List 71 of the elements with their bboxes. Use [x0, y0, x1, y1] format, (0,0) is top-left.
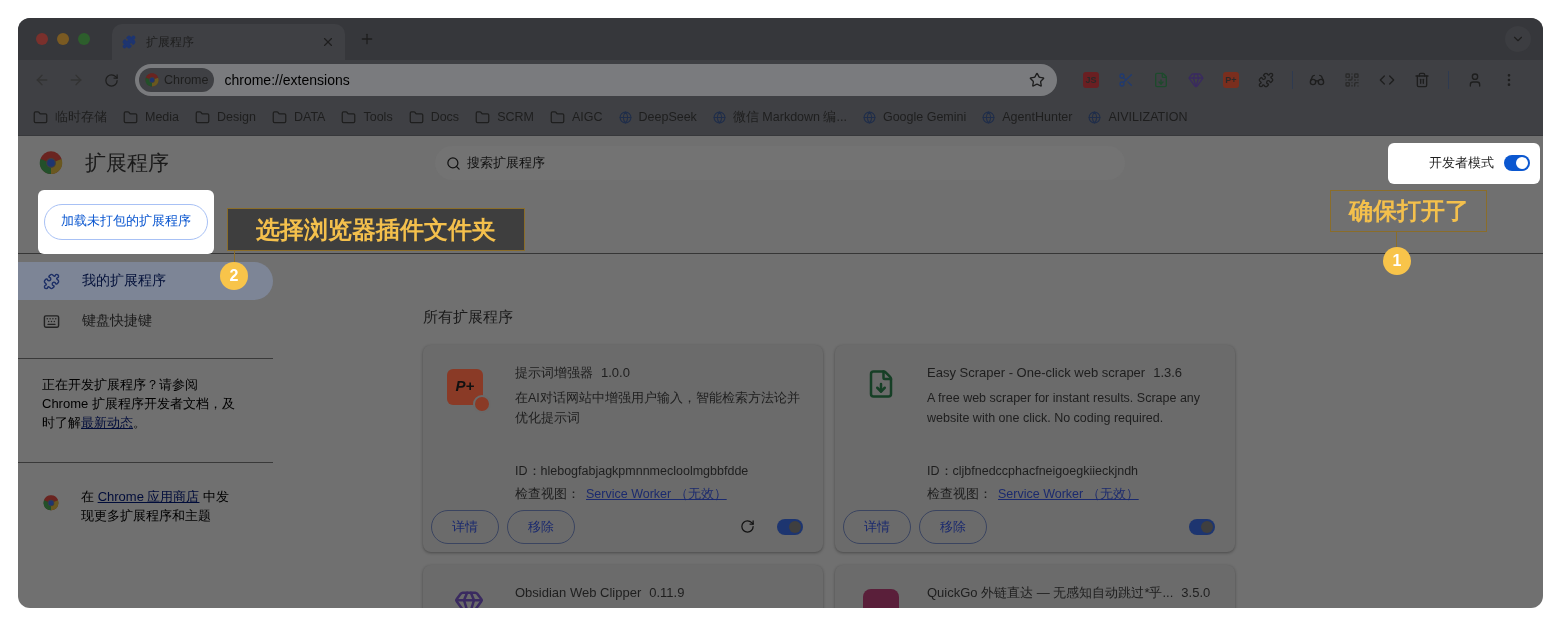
extension-version: 0.11.9	[649, 583, 685, 602]
inspect-label: 检查视图：	[515, 485, 580, 503]
toggle-switch[interactable]	[777, 518, 803, 535]
developer-note: 正在开发扩展程序？请参阅Chrome 扩展程序开发者文档，及时了解最新动态。	[42, 376, 236, 432]
extension-icon[interactable]: JS	[1083, 72, 1099, 88]
reload-icon[interactable]	[104, 72, 119, 88]
chrome-logo-icon	[145, 73, 159, 87]
puzzle-icon	[43, 272, 60, 290]
avatar-icon[interactable]	[1467, 72, 1483, 88]
extension-description: A free web scraper for instant results. Scrape any website with one click. No coding required.	[927, 390, 1202, 427]
extension-version: 1.0.0	[601, 363, 630, 382]
folder-icon	[549, 110, 565, 125]
new-tab-icon[interactable]	[359, 31, 375, 47]
folder-icon	[271, 110, 287, 125]
scissors-icon[interactable]	[1118, 72, 1134, 88]
extension-version: 3.5.0	[1181, 583, 1211, 602]
file-download-icon[interactable]	[1153, 72, 1169, 88]
site-icon	[982, 111, 996, 124]
step-badge: 1	[1383, 247, 1411, 275]
extension-name: Easy Scraper - One-click web scraper	[927, 363, 1146, 382]
extension-icon[interactable]: P+	[1223, 72, 1239, 88]
code-icon[interactable]	[1379, 72, 1395, 88]
folder-icon	[408, 110, 424, 125]
section-title: 所有扩展程序	[423, 307, 514, 327]
inspect-label: 检查视图：	[927, 485, 992, 503]
close-icon[interactable]	[321, 35, 335, 49]
folder-icon	[33, 110, 48, 125]
extension-name: 提示词增强器	[515, 363, 593, 382]
toggle-switch[interactable]	[1189, 518, 1215, 535]
bookmark-star-icon[interactable]	[1029, 72, 1045, 88]
reload-icon[interactable]	[740, 519, 755, 534]
url-text: chrome://extensions	[224, 70, 351, 90]
extension-id: ID：hlebogfabjagkpmnnmecloolmgbbfdde	[515, 463, 750, 480]
store-note: 在 Chrome 应用商店 中发现更多扩展程序和主题	[81, 488, 231, 525]
page-title: 扩展程序	[85, 150, 169, 177]
site-icon	[712, 111, 726, 124]
site-icon	[862, 111, 876, 124]
trash-icon[interactable]	[1414, 72, 1430, 88]
web-store-link[interactable]: Chrome 应用商店	[97, 489, 200, 504]
leader-line	[1396, 232, 1397, 248]
developer-mode-label: 开发者模式	[1429, 154, 1494, 172]
qr-code-icon[interactable]	[1344, 72, 1360, 88]
sidebar-item[interactable]: 键盘快捷键	[18, 302, 273, 340]
extension-name: Obsidian Web Clipper	[515, 583, 642, 602]
service-worker-link[interactable]: Service Worker （无效）	[586, 484, 727, 504]
folder-icon	[341, 110, 357, 125]
keyboard-icon	[43, 312, 60, 330]
annotation-label: 确保打开了	[1330, 190, 1487, 232]
extension-id: ID：cljbfnedccphacfneigoegkiieckjndh	[927, 463, 1140, 480]
glasses-icon[interactable]	[1309, 72, 1325, 88]
web-store-icon	[43, 495, 59, 511]
folder-icon	[475, 110, 491, 125]
folder-icon	[123, 110, 138, 125]
site-icon	[618, 111, 632, 124]
news-link[interactable]: 最新动态	[81, 415, 133, 430]
extension-description: 在AI对话网站中增强用户输入，智能检索方法论并优化提示词	[515, 390, 801, 427]
service-worker-link[interactable]: Service Worker （无效）	[998, 484, 1139, 504]
leader-line	[234, 251, 235, 263]
puzzle-icon	[122, 35, 136, 49]
search-icon	[446, 156, 461, 171]
extension-version: 1.3.6	[1153, 363, 1183, 382]
folder-icon	[195, 110, 211, 125]
tab-search-button[interactable]	[1505, 26, 1531, 52]
toggle-switch[interactable]	[1504, 155, 1530, 171]
chrome-logo-icon	[39, 151, 63, 175]
extensions-icon[interactable]	[1258, 72, 1274, 88]
extension-name: QuickGo 外链直达 — 无感知自动跳过*乎...	[927, 583, 1174, 602]
site-icon	[1088, 111, 1102, 124]
extension-logo: P+	[447, 368, 491, 413]
gem-icon[interactable]	[1188, 72, 1204, 88]
annotation-label: 选择浏览器插件文件夹	[227, 208, 525, 251]
